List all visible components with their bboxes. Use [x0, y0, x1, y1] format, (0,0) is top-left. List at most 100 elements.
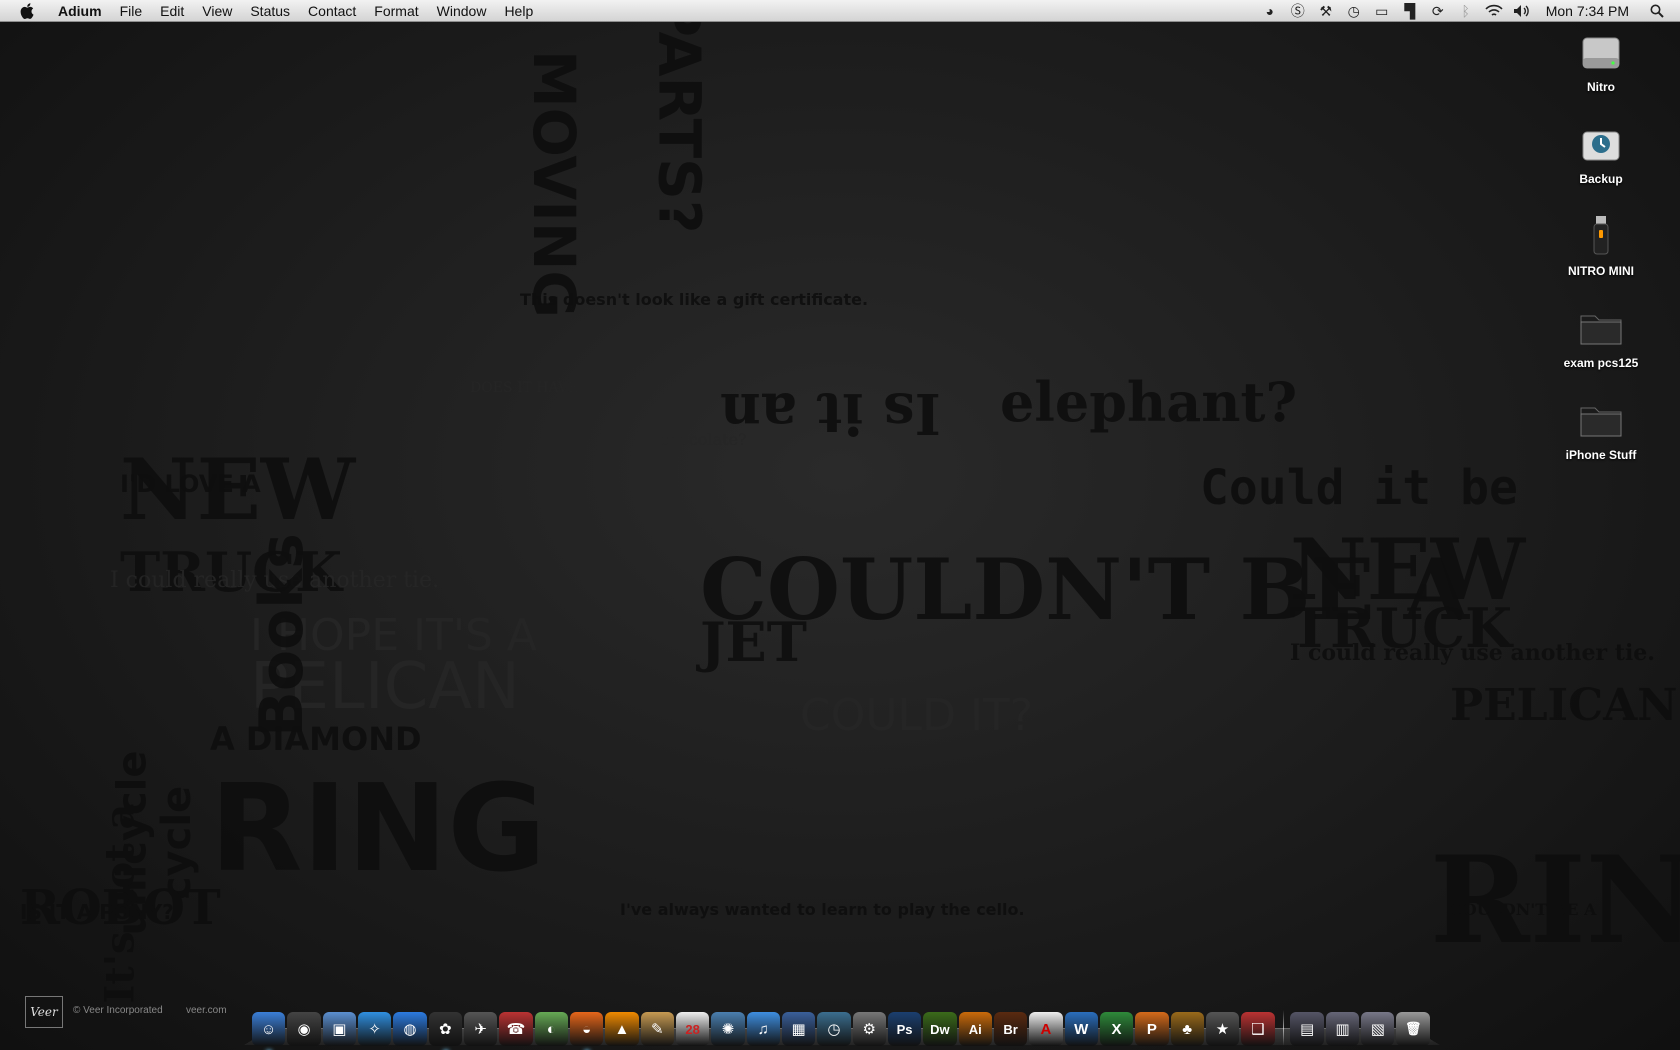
- dock-glyph: ☎: [506, 1021, 526, 1038]
- veer-logo: Veer: [25, 996, 63, 1028]
- dock-glyph: ◉: [297, 1021, 311, 1038]
- powerpoint-icon[interactable]: P: [1135, 1012, 1169, 1046]
- wallpaper-text: RING: [210, 760, 546, 899]
- wallpaper-url: veer.com: [186, 1005, 227, 1016]
- menu-contact[interactable]: Contact: [299, 0, 365, 22]
- dock-glyph: ☺: [261, 1020, 277, 1038]
- notes-icon[interactable]: ✎: [640, 1012, 674, 1046]
- wallpaper-text: PELICAN: [1450, 680, 1678, 731]
- cyberduck-icon[interactable]: ✈: [463, 1012, 498, 1046]
- imovie-icon[interactable]: ★: [1205, 1012, 1240, 1046]
- wallpaper-text: MOVING: [520, 49, 589, 319]
- wallpaper-text: I'D LOVE A: [120, 470, 261, 498]
- parallels-icon[interactable]: ❑: [1241, 1012, 1275, 1046]
- acrobat-icon[interactable]: A: [1029, 1012, 1063, 1046]
- photoshop-icon[interactable]: Ps: [887, 1012, 922, 1046]
- illustrator-icon[interactable]: Ai: [958, 1012, 992, 1046]
- desktop-icon-nitro-mini[interactable]: NITRO MINI: [1546, 212, 1656, 278]
- dock-glyph: ▧: [1370, 1021, 1385, 1038]
- wifi-icon[interactable]: [1485, 2, 1503, 20]
- dock-glyph: 🗑: [1404, 1021, 1422, 1036]
- excel-icon[interactable]: X: [1099, 1012, 1134, 1046]
- downloads-stack-icon[interactable]: ▤: [1290, 1012, 1324, 1046]
- system-preferences-icon[interactable]: ⚙: [852, 1012, 886, 1046]
- desktop-icon-label: NITRO MINI: [1568, 264, 1634, 278]
- desktop-icon-nitro[interactable]: Nitro: [1546, 28, 1656, 94]
- time-machine-drive-icon: [1546, 120, 1656, 168]
- dock-glyph: ♣: [1182, 1020, 1193, 1038]
- apple-logo-icon[interactable]: [18, 2, 36, 20]
- iphoto-icon[interactable]: ✺: [711, 1012, 745, 1046]
- dock-glyph: ✧: [368, 1021, 381, 1038]
- bluetooth-icon[interactable]: ᛒ: [1457, 2, 1475, 20]
- dashboard-icon[interactable]: ◉: [287, 1012, 321, 1046]
- folder-icon: [1546, 396, 1656, 444]
- expose-icon[interactable]: ▦: [781, 1012, 816, 1046]
- volume-icon[interactable]: [1513, 2, 1531, 20]
- dock: ☺ ◉ ▣ ✧ ◍ ✿ ✈ ☎ ◐ ◒ ▲ ✎ 28 ✺ ♫ ▦ ◷ ⚙ Ps Dw Ai Br A W X P ♣ ★ ❑ ▤ ▥ ▧ 🗑: [252, 996, 1432, 1046]
- dock-glyph: P: [1146, 1020, 1157, 1038]
- finder-icon[interactable]: ☺: [252, 1012, 286, 1046]
- firefox-icon[interactable]: ◒: [569, 1012, 604, 1046]
- dock-glyph: Ps: [896, 1021, 913, 1037]
- wallpaper-text: I could really use another tie.: [1290, 640, 1655, 666]
- safari-icon[interactable]: ✧: [357, 1012, 392, 1046]
- wallpaper-text: DOES IT HAVE: [470, 380, 579, 396]
- menu-help[interactable]: Help: [495, 0, 542, 22]
- menu-bar: Adium File Edit View Status Contact Format Win…: [0, 0, 1680, 22]
- skype-icon[interactable]: Ⓢ: [1289, 2, 1307, 20]
- dock-glyph: ▲: [614, 1020, 630, 1038]
- time-machine-icon[interactable]: ◷: [817, 1012, 851, 1046]
- wallpaper-text: COULDN'T BE A: [1450, 900, 1597, 919]
- menu-window[interactable]: Window: [428, 0, 496, 22]
- dock-glyph: ❑: [1251, 1021, 1265, 1038]
- menu-format[interactable]: Format: [365, 0, 427, 22]
- dreamweaver-icon[interactable]: Dw: [923, 1012, 957, 1046]
- menu-file[interactable]: File: [111, 0, 152, 22]
- wallpaper-text: I've always wanted to learn to play the …: [620, 900, 1025, 919]
- preview-icon[interactable]: ▣: [322, 1012, 356, 1046]
- adium-duck-icon[interactable]: ◕: [1261, 2, 1279, 20]
- wrench-icon[interactable]: ⚒: [1317, 2, 1335, 20]
- menubar-clock[interactable]: Mon 7:34 PM: [1546, 3, 1629, 19]
- dock-glyph: ◍: [403, 1021, 417, 1038]
- cocktail-icon[interactable]: ♣: [1170, 1012, 1204, 1046]
- display-icon[interactable]: ▭: [1373, 2, 1391, 20]
- dock-glyph: ⚙: [862, 1021, 876, 1038]
- usb-drive-icon: [1546, 212, 1656, 260]
- wallpaper-text: Books: [246, 533, 317, 737]
- ichat-icon[interactable]: ◍: [393, 1012, 427, 1046]
- dock-glyph: X: [1111, 1020, 1122, 1038]
- desktop-icon-iphone-stuff[interactable]: iPhone Stuff: [1546, 396, 1656, 462]
- desktop-icon-label: exam pcs125: [1563, 356, 1639, 370]
- adium-icon[interactable]: ✿: [428, 1012, 462, 1046]
- app-menu-adium[interactable]: Adium: [52, 0, 111, 22]
- desktop[interactable]: NEW TRUCK I'D LOVE AI could really use ano…: [0, 0, 1680, 1050]
- time-machine-icon[interactable]: ◷: [1345, 2, 1363, 20]
- documents-stack-icon[interactable]: ▧: [1361, 1012, 1395, 1046]
- sync-icon[interactable]: ⟳: [1429, 2, 1447, 20]
- bridge-icon[interactable]: Br: [993, 1012, 1028, 1046]
- applications-stack-icon[interactable]: ▥: [1325, 1012, 1360, 1046]
- spotlight-magnifier-icon[interactable]: [1648, 2, 1666, 20]
- desktop-icon-exam-pcs125[interactable]: exam pcs125: [1546, 304, 1656, 370]
- word-icon[interactable]: W: [1064, 1012, 1098, 1046]
- ical-icon[interactable]: 28: [675, 1012, 710, 1046]
- menu-edit[interactable]: Edit: [151, 0, 193, 22]
- dock-glyph: ▤: [1300, 1021, 1315, 1038]
- dashboard-icon[interactable]: ▜: [1401, 2, 1419, 20]
- onion-browser-icon[interactable]: ◐: [534, 1012, 568, 1046]
- desktop-icon-backup[interactable]: Backup: [1546, 120, 1656, 186]
- trash-icon[interactable]: 🗑: [1396, 1012, 1430, 1046]
- itunes-icon[interactable]: ♫: [746, 1012, 780, 1046]
- folder-icon: [1546, 304, 1656, 352]
- dock-separator: [1282, 1010, 1285, 1046]
- wallpaper-credit: © Veer Incorporated: [73, 1005, 163, 1016]
- vlc-icon[interactable]: ▲: [605, 1012, 639, 1046]
- menu-status[interactable]: Status: [241, 0, 299, 22]
- address-book-icon[interactable]: ☎: [499, 1012, 533, 1046]
- wallpaper-text: IS IT A PONY?: [20, 900, 174, 924]
- dock-glyph: ▥: [1335, 1021, 1350, 1038]
- menu-view[interactable]: View: [193, 0, 241, 22]
- wallpaper-text: Is it an: [720, 380, 941, 446]
